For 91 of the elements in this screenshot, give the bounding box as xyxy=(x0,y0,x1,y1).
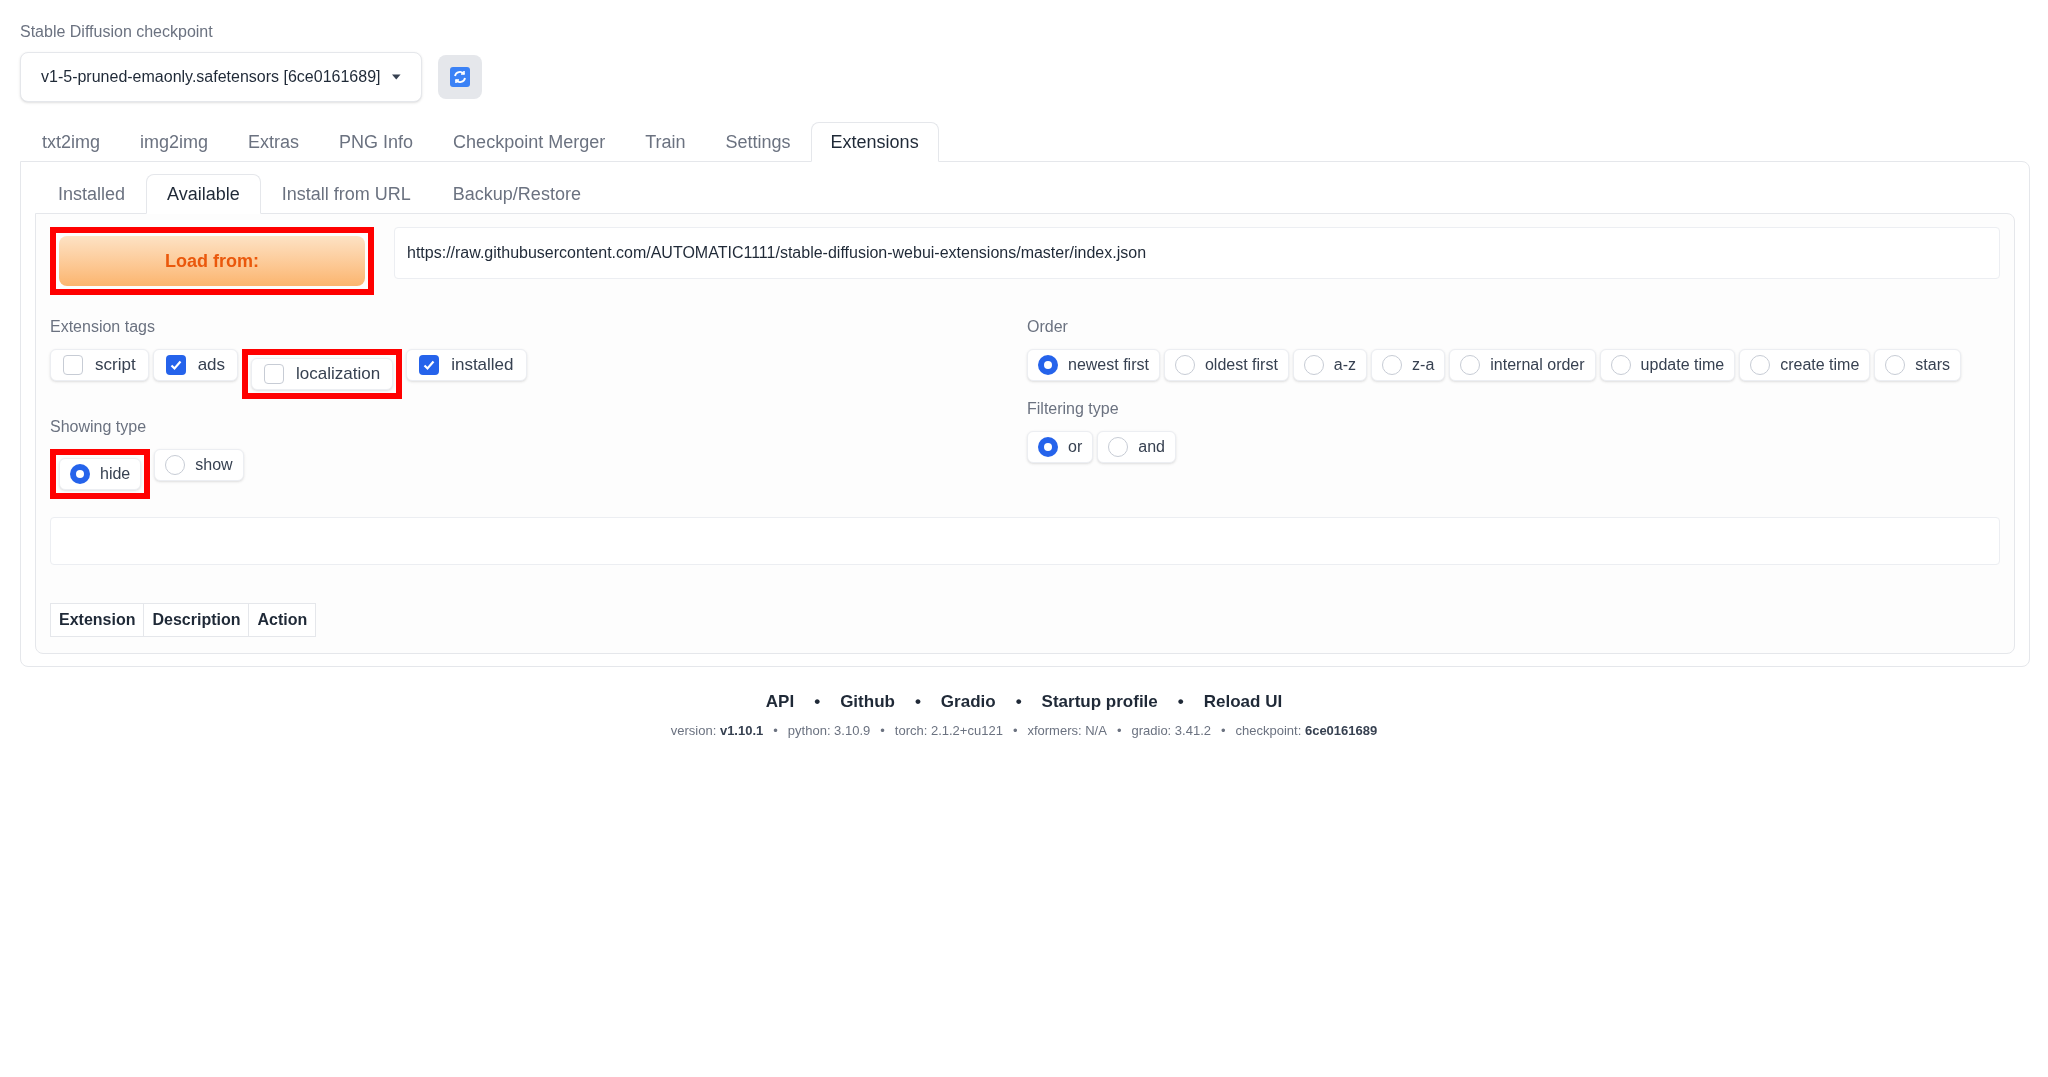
tab[interactable]: Checkpoint Merger xyxy=(433,122,626,162)
tag-label: ads xyxy=(197,354,226,377)
checkpoint-dropdown[interactable]: v1-5-pruned-emaonly.safetensors [6ce0161689] xyxy=(20,52,422,102)
radio-option[interactable]: newest first xyxy=(1027,349,1160,381)
radio-option[interactable]: show xyxy=(154,449,244,481)
caret-icon xyxy=(392,74,401,80)
footer-link[interactable]: Startup profile xyxy=(1041,689,1158,715)
radio-option[interactable]: update time xyxy=(1599,349,1736,381)
radio-option[interactable]: or xyxy=(1027,431,1094,463)
separator-dot: • xyxy=(773,721,778,740)
tab[interactable]: Extensions xyxy=(810,122,939,162)
subtab[interactable]: Backup/Restore xyxy=(431,174,602,214)
tag-checkbox[interactable]: ads xyxy=(152,349,239,381)
version-info: torch: 2.1.2+cu121 xyxy=(894,721,1003,740)
radio-label: a-z xyxy=(1333,355,1357,375)
tab[interactable]: Extras xyxy=(228,122,320,162)
version-info: python: 3.10.9 xyxy=(787,721,871,740)
radio-option[interactable]: create time xyxy=(1739,349,1871,381)
radio-option[interactable]: a-z xyxy=(1292,349,1368,381)
group-label: Order xyxy=(1027,317,1069,337)
column-header: Extension xyxy=(50,603,145,637)
checkbox xyxy=(63,355,83,375)
radio-option[interactable]: internal order xyxy=(1449,349,1596,381)
checkbox xyxy=(264,364,285,384)
radio-button xyxy=(1460,355,1481,375)
subtab[interactable]: Install from URL xyxy=(260,174,432,214)
tab[interactable]: txt2img xyxy=(22,122,121,162)
radio-button xyxy=(1038,437,1058,457)
radio-label: stars xyxy=(1915,355,1950,375)
group-label: Showing type xyxy=(50,417,148,437)
radio-button xyxy=(1382,355,1403,375)
footer-link[interactable]: Github xyxy=(840,689,895,715)
radio-button xyxy=(1610,355,1631,375)
version-info: checkpoint: 6ce0161689 xyxy=(1235,721,1378,740)
version-info: xformers: N/A xyxy=(1027,721,1107,740)
radio-option[interactable]: hide xyxy=(59,458,142,490)
separator-dot: • xyxy=(1221,721,1226,740)
tab[interactable]: Settings xyxy=(705,122,811,162)
radio-button xyxy=(1303,355,1324,375)
tag-checkbox[interactable]: script xyxy=(50,349,149,381)
url-field[interactable]: https://raw.githubusercontent.com/AUTOMATIC1111/stable-diffusion-webui-extensions/master/index.json xyxy=(394,227,2000,279)
radio-option[interactable]: and xyxy=(1097,431,1176,463)
separator-dot: • xyxy=(880,721,885,740)
radio-label: hide xyxy=(100,464,131,484)
version-info: version: v1.10.1 xyxy=(670,721,764,740)
radio-option[interactable]: z-a xyxy=(1371,349,1446,381)
separator-dot: • xyxy=(1015,691,1022,713)
radio-button xyxy=(1885,355,1906,375)
radio-button xyxy=(1750,355,1771,375)
group-label: Filtering type xyxy=(1027,399,1120,419)
tab[interactable]: img2img xyxy=(120,122,229,162)
radio-label: oldest first xyxy=(1204,355,1278,375)
radio-option[interactable]: oldest first xyxy=(1163,349,1289,381)
radio-button xyxy=(1108,437,1129,457)
group-label: Extension tags xyxy=(50,317,156,337)
radio-label: update time xyxy=(1640,355,1725,375)
separator-dot: • xyxy=(814,691,821,713)
radio-label: z-a xyxy=(1412,355,1435,375)
field-label: Stable Diffusion checkpoint xyxy=(20,22,214,42)
radio-button xyxy=(70,464,90,484)
separator-dot: • xyxy=(914,691,921,713)
footer-link[interactable]: Gradio xyxy=(940,689,996,715)
tag-checkbox[interactable]: localization xyxy=(251,358,394,390)
radio-button xyxy=(165,455,186,475)
tab[interactable]: PNG Info xyxy=(319,122,434,162)
tag-label: script xyxy=(95,354,136,377)
footer-link[interactable]: Reload UI xyxy=(1203,689,1283,715)
subtab[interactable]: Available xyxy=(146,174,261,214)
radio-label: internal order xyxy=(1490,355,1585,375)
tag-checkbox[interactable]: installed xyxy=(406,349,527,381)
version-info: gradio: 3.41.2 xyxy=(1131,721,1211,740)
radio-label: create time xyxy=(1780,355,1860,375)
refresh-icon xyxy=(450,67,470,87)
footer-link[interactable]: API xyxy=(765,689,795,715)
tag-label: localization xyxy=(296,363,381,386)
refresh-button[interactable] xyxy=(438,55,482,99)
tab[interactable]: Train xyxy=(625,122,706,162)
radio-option[interactable]: stars xyxy=(1874,349,1961,381)
radio-button xyxy=(1174,355,1195,375)
radio-label: and xyxy=(1138,437,1165,457)
column-header: Action xyxy=(248,603,317,637)
radio-label: show xyxy=(195,455,233,475)
radio-button xyxy=(1038,355,1058,375)
separator-dot: • xyxy=(1177,691,1184,713)
separator-dot: • xyxy=(1012,721,1018,740)
subtab[interactable]: Installed xyxy=(37,174,147,214)
radio-label: newest first xyxy=(1068,355,1149,375)
tag-label: installed xyxy=(451,354,514,377)
column-header: Description xyxy=(143,603,250,637)
separator-dot: • xyxy=(1116,721,1122,740)
radio-label: or xyxy=(1068,437,1083,457)
